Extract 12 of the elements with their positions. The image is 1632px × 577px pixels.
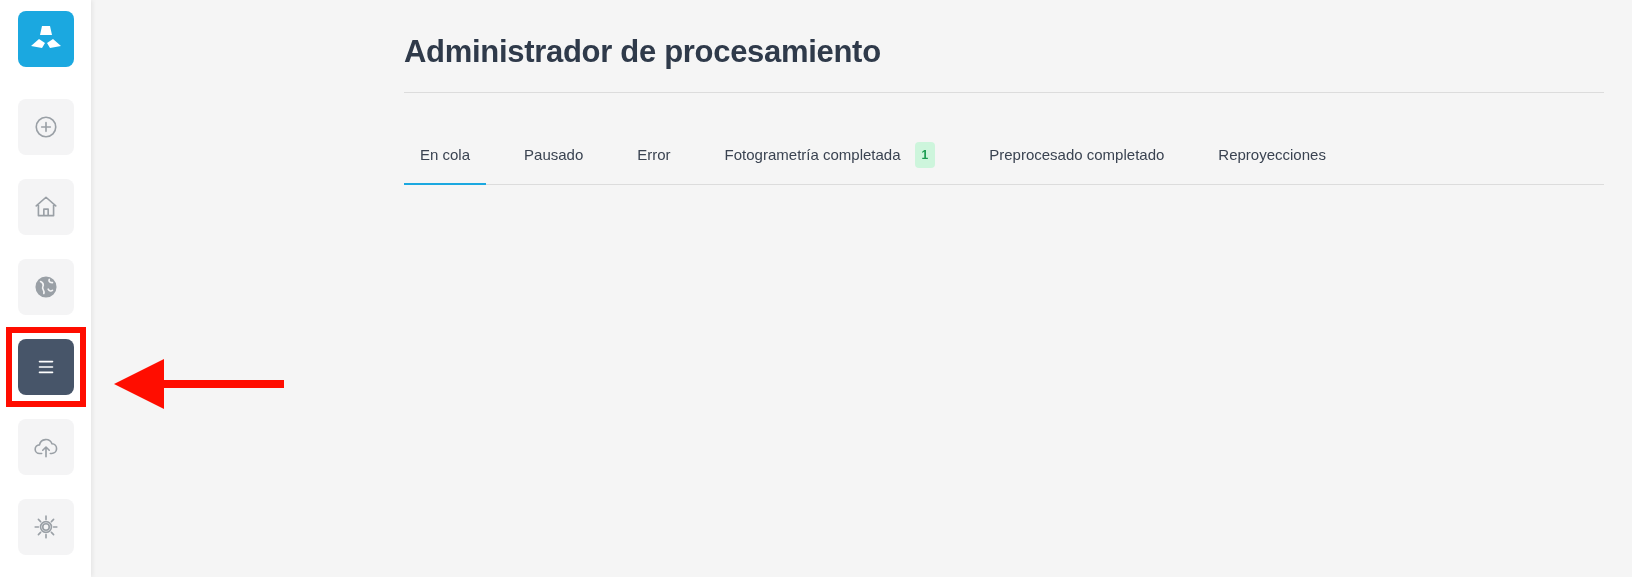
tab[interactable]: Error — [621, 130, 687, 186]
tab[interactable]: Preprocesado completado — [973, 130, 1181, 186]
globe-icon — [32, 274, 59, 300]
tab[interactable]: En cola — [404, 130, 487, 186]
app-logo[interactable] — [17, 11, 74, 67]
tab[interactable]: Pausado — [508, 130, 600, 186]
page-title: Administrador de procesamiento — [404, 33, 882, 71]
count-badge: 1 — [914, 142, 936, 169]
sidebar-button[interactable] — [17, 339, 74, 395]
tab[interactable]: Fotogrametría completada 1 — [708, 130, 952, 186]
tab[interactable]: Reproyecciones — [1202, 130, 1342, 186]
plus-icon — [32, 114, 59, 140]
